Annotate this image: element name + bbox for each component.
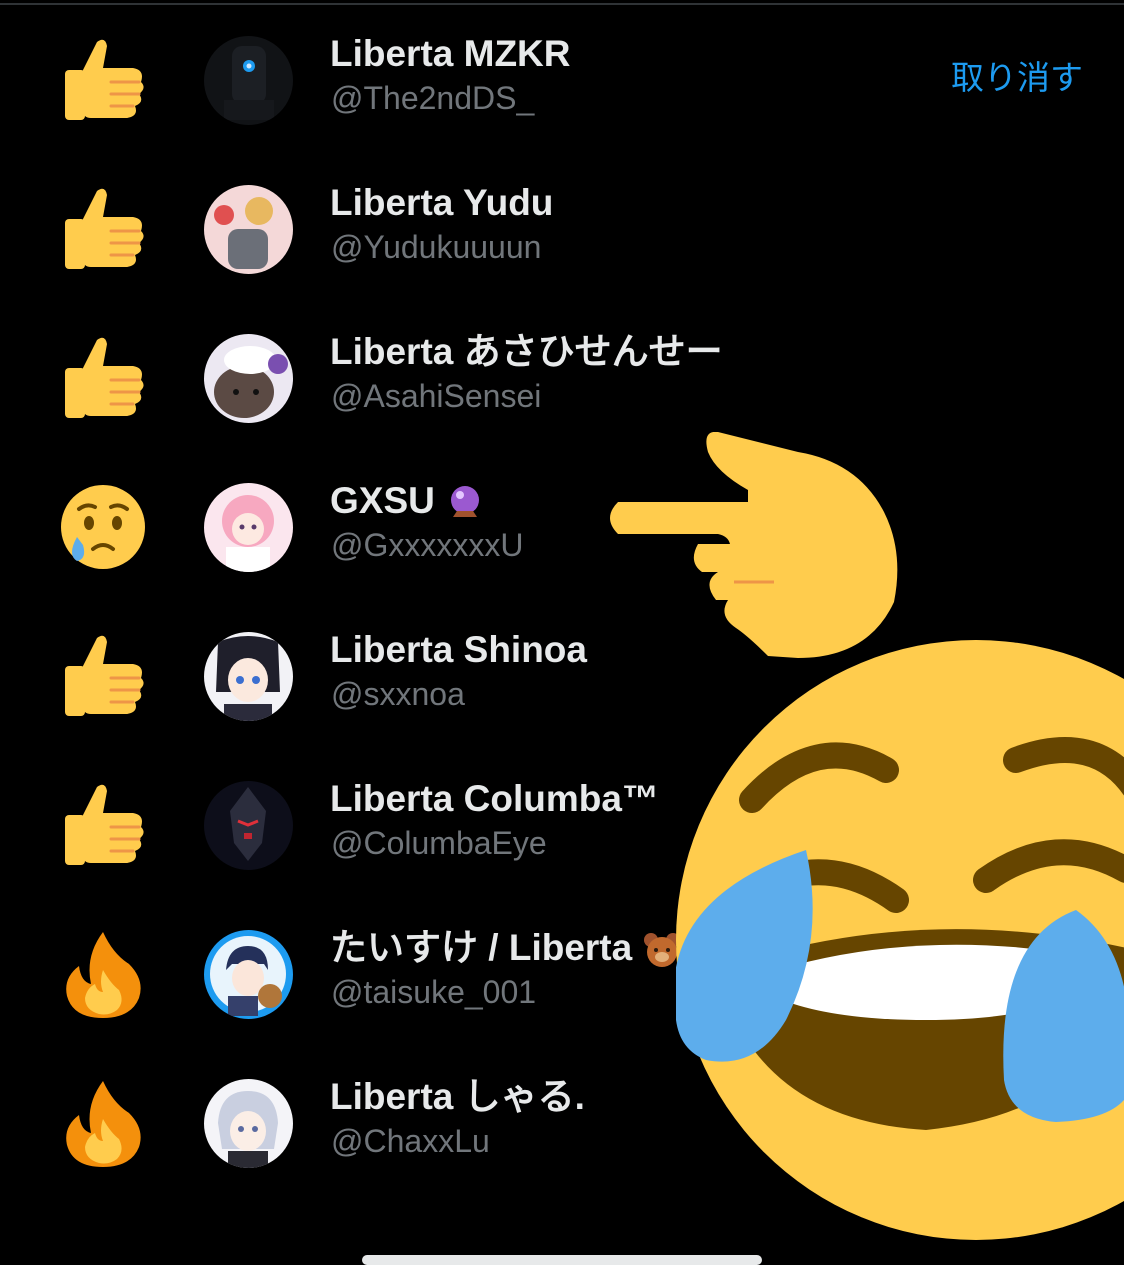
face-with-tears-of-joy-icon: [673, 640, 1124, 1260]
user-handle: @Yudukuuuun: [331, 229, 542, 265]
user-handle: @GxxxxxxxU: [331, 527, 524, 563]
crying-face-icon: [55, 479, 151, 575]
thumbs-up-icon: [55, 628, 151, 724]
display-name: Liberta Shinoa: [330, 629, 587, 670]
thumbs-up-icon: [55, 330, 151, 426]
display-name: Liberta Yudu: [330, 182, 554, 223]
avatar[interactable]: [204, 930, 293, 1019]
display-name: Liberta あさひせんせー: [330, 331, 723, 372]
fire-icon: [55, 926, 151, 1022]
top-divider: [0, 3, 1124, 5]
avatar[interactable]: [204, 632, 293, 721]
thumbs-up-icon: [55, 777, 151, 873]
fire-icon: [55, 1075, 151, 1171]
user-handle: @sxxnoa: [331, 676, 465, 712]
undo-button[interactable]: 取り消す: [951, 58, 1083, 98]
user-handle: @taisuke_001: [331, 974, 537, 1010]
avatar[interactable]: [204, 781, 293, 870]
backhand-index-pointing-right-icon: [598, 431, 902, 658]
user-handle: @AsahiSensei: [331, 378, 542, 414]
user-handle: @ColumbaEye: [331, 825, 547, 861]
avatar[interactable]: [204, 334, 293, 423]
display-name-text: たいすけ / Liberta: [330, 927, 633, 968]
user-row[interactable]: Liberta Yudu @Yudukuuuun: [0, 181, 1124, 330]
thumbs-up-icon: [55, 181, 151, 277]
user-row[interactable]: GXSU @GxxxxxxxU: [0, 479, 1124, 628]
avatar[interactable]: [204, 483, 293, 572]
user-handle: @The2ndDS_: [331, 80, 535, 116]
user-row[interactable]: Liberta MZKR @The2ndDS_ 取り消す: [0, 32, 1124, 181]
display-name: GXSU: [330, 479, 485, 523]
crystal-ball-icon: [445, 483, 485, 523]
avatar[interactable]: [204, 1079, 293, 1168]
home-indicator[interactable]: [362, 1255, 762, 1265]
thumbs-up-icon: [55, 32, 151, 128]
display-name: Liberta MZKR: [330, 33, 571, 74]
avatar[interactable]: [204, 185, 293, 274]
avatar[interactable]: [204, 36, 293, 125]
user-handle: @ChaxxLu: [331, 1123, 490, 1159]
display-name: Liberta しゃる.: [330, 1076, 585, 1117]
display-name-text: GXSU: [330, 480, 435, 521]
user-row[interactable]: Liberta あさひせんせー @AsahiSensei: [0, 330, 1124, 479]
display-name: Liberta Columba™: [330, 778, 659, 819]
display-name: たいすけ / Liberta: [330, 926, 682, 970]
